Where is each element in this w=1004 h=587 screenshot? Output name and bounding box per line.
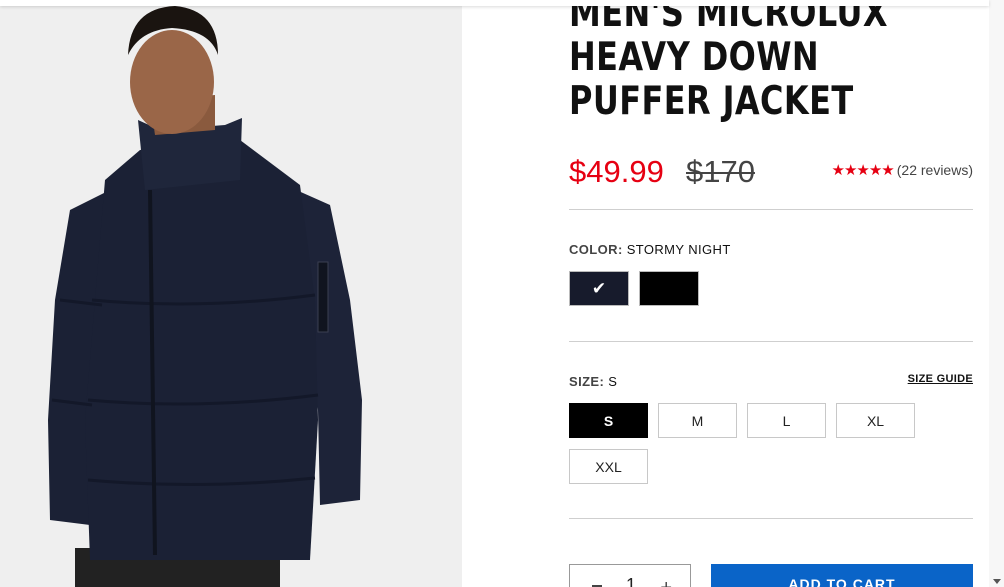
star-rating-icon: ★★★★★ bbox=[831, 162, 895, 179]
check-icon: ✔ bbox=[591, 278, 607, 299]
size-option-xl[interactable]: XL bbox=[836, 403, 915, 438]
product-image[interactable] bbox=[0, 0, 462, 587]
swatch-black[interactable] bbox=[639, 271, 699, 306]
divider bbox=[569, 518, 973, 519]
size-label: SIZE: S bbox=[569, 374, 617, 389]
plus-icon[interactable]: + bbox=[660, 577, 672, 587]
selected-size: S bbox=[608, 374, 618, 389]
sale-price: $49.99 bbox=[569, 154, 664, 189]
quantity-value[interactable]: 1 bbox=[626, 575, 636, 587]
reviews-link[interactable]: (22 reviews) bbox=[897, 162, 973, 178]
add-to-cart-button[interactable]: ADD TO CART bbox=[711, 564, 973, 587]
size-option-s[interactable]: S bbox=[569, 403, 648, 438]
product-title: MEN'S MICROLUX HEAVY DOWN PUFFER JACKET bbox=[569, 0, 889, 124]
selected-color: STORMY NIGHT bbox=[626, 242, 731, 257]
size-option-l[interactable]: L bbox=[747, 403, 826, 438]
color-label-text: COLOR: bbox=[569, 242, 623, 257]
price-row: $49.99 $170 ★★★★★ (22 reviews) bbox=[569, 152, 973, 192]
quantity-stepper[interactable]: 1 + bbox=[569, 564, 691, 587]
size-option-xxl[interactable]: XXL bbox=[569, 449, 648, 484]
rating[interactable]: ★★★★★ (22 reviews) bbox=[832, 161, 974, 179]
header-edge bbox=[0, 0, 989, 6]
color-label: COLOR: STORMY NIGHT bbox=[569, 242, 731, 257]
scrollbar[interactable] bbox=[989, 0, 1004, 587]
size-option-m[interactable]: M bbox=[658, 403, 737, 438]
size-guide-link[interactable]: SIZE GUIDE bbox=[908, 373, 973, 385]
model-photo bbox=[0, 0, 462, 587]
scroll-down-icon[interactable] bbox=[993, 579, 1001, 584]
divider bbox=[569, 209, 973, 210]
size-label-text: SIZE: bbox=[569, 374, 605, 389]
original-price: $170 bbox=[686, 154, 755, 189]
divider bbox=[569, 341, 973, 342]
swatch-stormy-night[interactable]: ✔ bbox=[569, 271, 629, 306]
